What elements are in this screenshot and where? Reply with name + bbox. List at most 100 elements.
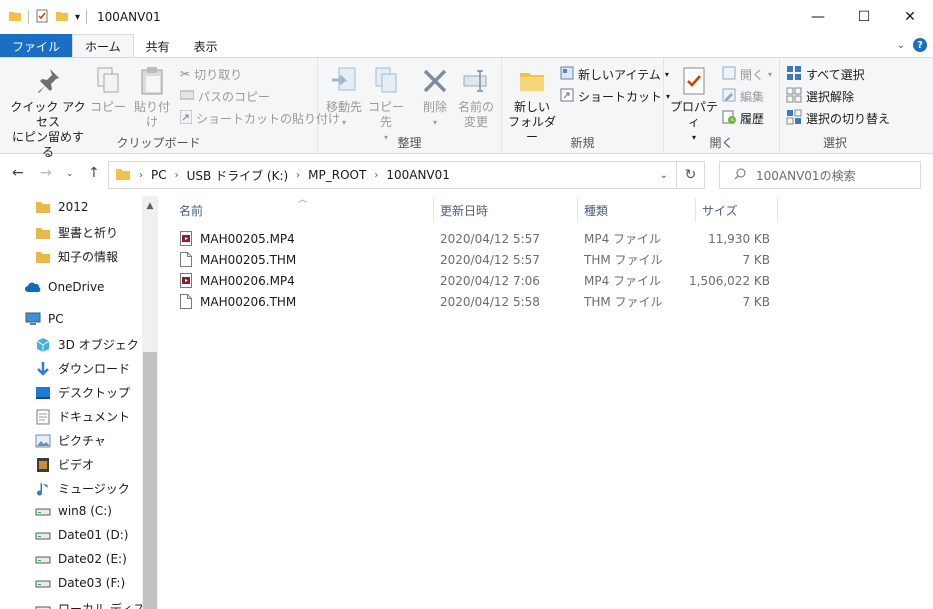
delete-button[interactable]: 削除 ▾ — [418, 64, 452, 130]
minimize-button[interactable]: — — [795, 0, 841, 34]
nav-item-music[interactable]: ミュージック — [34, 480, 130, 497]
paste-button[interactable]: 貼り付け — [130, 64, 174, 130]
new-folder-button[interactable]: 新しい フォルダー — [508, 64, 556, 145]
nav-item-3d-objects[interactable]: 3D オブジェクト — [34, 336, 151, 353]
easy-access-button[interactable]: ショートカット ▾ — [560, 86, 670, 106]
open-button[interactable]: 開く ▾ — [722, 64, 772, 84]
nav-item-videos[interactable]: ビデオ — [34, 456, 94, 473]
select-group: すべて選択 選択解除 選択の切り替え 選択 — [780, 58, 890, 154]
chevron-right-icon[interactable]: › — [296, 170, 300, 181]
breadcrumb-usb-drive[interactable]: USB ドライブ (K:) — [187, 167, 289, 184]
invert-selection-button[interactable]: 選択の切り替え — [786, 108, 890, 128]
file-size: 7 KB — [742, 252, 770, 267]
nav-item-onedrive[interactable]: OneDrive — [24, 280, 104, 294]
customize-qat-icon[interactable]: ▾ — [75, 12, 80, 23]
forward-arrow-icon[interactable]: → — [40, 165, 52, 181]
breadcrumb-pc[interactable]: PC — [151, 168, 167, 182]
breadcrumb-current-folder[interactable]: 100ANV01 — [386, 168, 450, 182]
scissors-icon: ✂ — [180, 67, 191, 81]
copy-button[interactable]: コピー — [90, 64, 126, 115]
nav-item-pc[interactable]: PC — [24, 312, 64, 326]
nav-item-tomoko-info[interactable]: 知子の情報 — [34, 248, 118, 265]
recent-locations-icon[interactable]: ⌄ — [66, 169, 74, 179]
address-bar[interactable]: › PC › USB ドライブ (K:) › MP_ROOT › 100ANV0… — [108, 161, 677, 189]
select-all-button[interactable]: すべて選択 — [786, 64, 865, 84]
file-date: 2020/04/12 5:57 — [440, 252, 540, 267]
history-icon — [722, 110, 736, 127]
copy-path-button[interactable]: パスのコピー — [179, 86, 270, 106]
new-item-icon — [560, 66, 574, 83]
separator — [28, 10, 29, 24]
select-none-button[interactable]: 選択解除 — [786, 86, 854, 106]
select-all-label: すべて選択 — [806, 67, 865, 82]
nav-item-drive-f[interactable]: Date03 (F:) — [34, 576, 125, 590]
file-row[interactable]: MAH00205.THM 2020/04/12 5:57 THM ファイル 7 KB — [170, 249, 780, 270]
copy-label: コピー — [90, 100, 127, 114]
history-label: 履歴 — [740, 111, 765, 126]
open-label: 開く — [740, 67, 765, 82]
nav-item-drive-d[interactable]: Date01 (D:) — [34, 528, 128, 542]
nav-item-documents[interactable]: ドキュメント — [34, 408, 130, 425]
nav-item-2012[interactable]: 2012 — [34, 200, 89, 214]
drive-icon — [34, 529, 52, 541]
tab-file[interactable]: ファイル — [0, 34, 73, 58]
delete-icon — [419, 64, 451, 98]
search-input[interactable]: 100ANV01の検索 — [719, 161, 921, 189]
folder-icon — [34, 226, 52, 240]
maximize-button[interactable]: ☐ — [841, 0, 887, 34]
video-file-icon — [180, 270, 192, 291]
nav-item-local-disk[interactable]: ローカル ディスク (L — [34, 600, 158, 609]
tab-view[interactable]: 表示 — [182, 34, 230, 58]
nav-item-downloads[interactable]: ダウンロード — [34, 360, 130, 377]
nav-item-pictures[interactable]: ピクチャ — [34, 432, 106, 449]
select-none-icon — [786, 87, 802, 106]
copy-to-label: コピー先 — [367, 100, 404, 129]
cut-button[interactable]: ✂ 切り取り — [180, 64, 242, 84]
properties-icon[interactable] — [35, 9, 49, 26]
edit-icon — [722, 88, 736, 105]
history-button[interactable]: 履歴 — [722, 108, 764, 128]
up-arrow-icon[interactable]: ↑ — [88, 165, 100, 181]
tab-share[interactable]: 共有 — [134, 34, 182, 58]
column-header-date[interactable]: 更新日時 — [434, 198, 578, 222]
pin-icon — [32, 64, 64, 98]
music-icon — [34, 481, 52, 497]
refresh-button[interactable]: ↻ — [677, 161, 705, 189]
breadcrumb-mp-root[interactable]: MP_ROOT — [308, 168, 366, 182]
nav-item-bible-prayer[interactable]: 聖書と祈り — [34, 224, 118, 241]
cut-label: 切り取り — [194, 67, 243, 82]
nav-item-drive-c[interactable]: win8 (C:) — [34, 504, 112, 518]
edit-button[interactable]: 編集 — [722, 86, 764, 106]
close-button[interactable]: ✕ — [887, 0, 933, 34]
folder-icon — [34, 250, 52, 264]
chevron-right-icon[interactable]: › — [374, 170, 378, 181]
chevron-down-icon[interactable]: ⌄ — [660, 170, 668, 181]
new-item-button[interactable]: 新しいアイテム ▾ — [560, 64, 669, 84]
properties-button[interactable]: プロパティ ▾ — [668, 64, 720, 145]
scroll-up-arrow-icon[interactable]: ▲ — [142, 198, 158, 214]
search-icon — [734, 168, 746, 183]
move-to-button[interactable]: 移動先 ▾ — [322, 64, 366, 130]
column-header-type[interactable]: 種類 — [578, 198, 696, 222]
copy-to-button[interactable]: コピー先 ▾ — [364, 64, 408, 145]
drive-icon — [34, 505, 52, 517]
file-row[interactable]: MAH00206.THM 2020/04/12 5:58 THM ファイル 7 KB — [170, 291, 780, 312]
tab-home[interactable]: ホーム — [72, 34, 134, 58]
help-icon[interactable]: ? — [913, 38, 927, 52]
new-folder-icon[interactable] — [55, 9, 69, 26]
paste-shortcut-button[interactable]: ショートカットの貼り付け — [179, 108, 340, 128]
chevron-down-icon[interactable]: ⌄ — [897, 40, 905, 51]
document-icon — [34, 409, 52, 425]
nav-item-desktop[interactable]: デスクトップ — [34, 384, 130, 401]
nav-item-label: ミュージック — [58, 482, 130, 496]
file-name: MAH00205.MP4 — [200, 231, 295, 246]
column-header-name[interactable]: 名前 ︿ — [173, 195, 434, 222]
nav-item-drive-e[interactable]: Date02 (E:) — [34, 552, 127, 566]
file-row[interactable]: MAH00205.MP4 2020/04/12 5:57 MP4 ファイル 11,93… — [170, 228, 780, 249]
back-arrow-icon[interactable]: ← — [12, 165, 24, 181]
file-row[interactable]: MAH00206.MP4 2020/04/12 7:06 MP4 ファイル 1,506… — [170, 270, 780, 291]
column-header-size[interactable]: サイズ — [696, 198, 778, 222]
rename-button[interactable]: 名前の 変更 — [456, 64, 496, 130]
nav-scrollbar-thumb[interactable] — [143, 352, 157, 609]
chevron-right-icon[interactable]: › — [175, 170, 179, 181]
